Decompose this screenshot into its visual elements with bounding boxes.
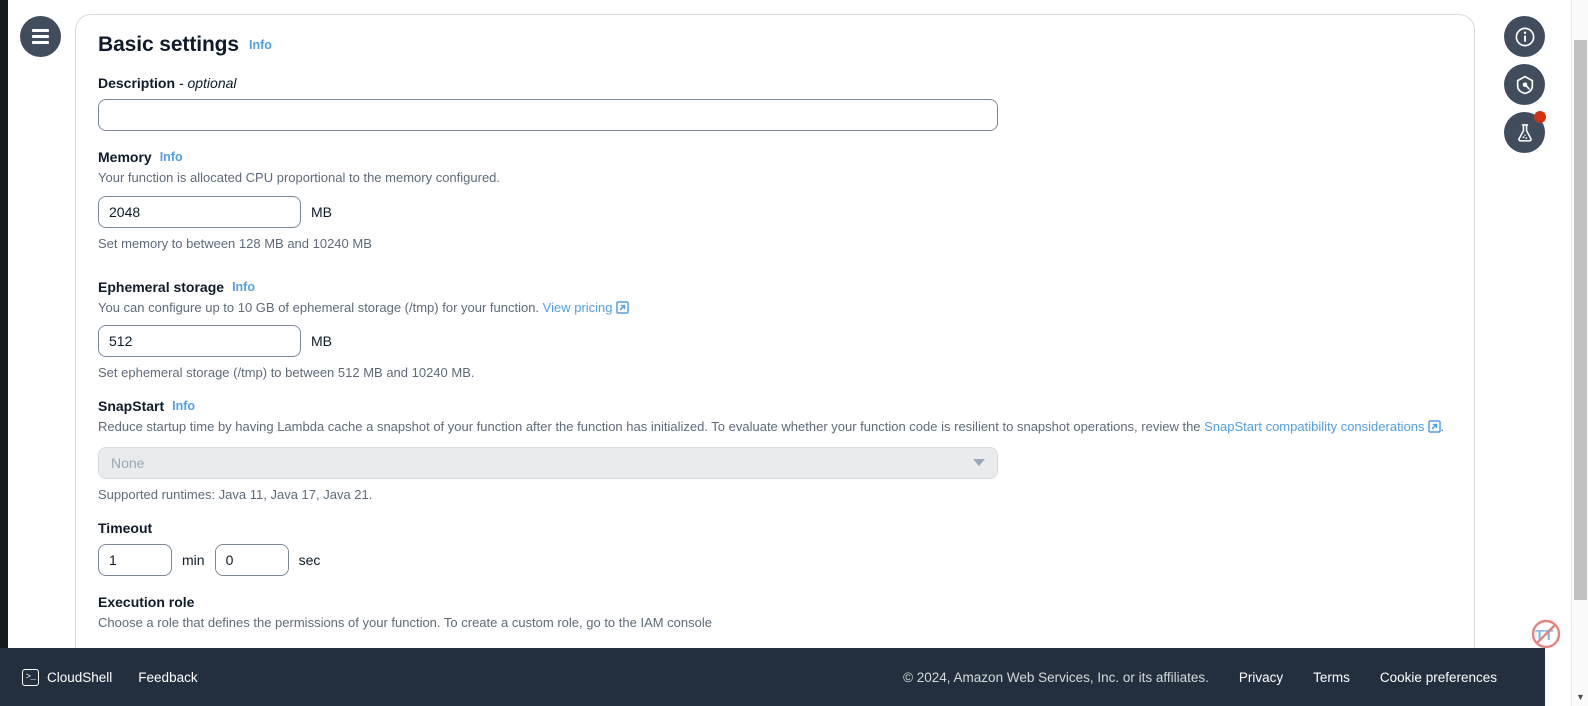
- flask-icon[interactable]: [1504, 111, 1546, 153]
- memory-unit: MB: [311, 203, 332, 220]
- memory-field-group: Memory Info Your function is allocated C…: [98, 149, 1452, 251]
- snapstart-label: SnapStart: [98, 398, 165, 414]
- hamburger-bars: [32, 29, 49, 44]
- terms-link[interactable]: Terms: [1313, 670, 1350, 685]
- memory-label: Memory: [98, 149, 152, 165]
- scrollbar-thumb[interactable]: [1574, 40, 1587, 600]
- scroll-down-arrow-icon[interactable]: ▼: [1572, 692, 1588, 702]
- execution-role-field-group: Execution role Choose a role that define…: [98, 594, 1452, 633]
- snapstart-description-text: Reduce startup time by having Lambda cac…: [98, 419, 1205, 434]
- description-label-text: Description: [98, 75, 176, 91]
- ephemeral-storage-input[interactable]: [98, 325, 301, 357]
- timeout-label: Timeout: [98, 519, 153, 536]
- timeout-seconds-unit: sec: [298, 551, 321, 568]
- execution-role-label: Execution role: [98, 593, 195, 610]
- ephemeral-storage-label: Ephemeral storage: [98, 278, 225, 295]
- page-footer: >_ CloudShell Feedback © 2024, Amazon We…: [0, 648, 1545, 706]
- privacy-link[interactable]: Privacy: [1239, 670, 1283, 685]
- execution-role-description: Choose a role that defines the permissio…: [98, 614, 712, 630]
- timeout-field-group: Timeout min sec: [98, 520, 1452, 576]
- snapstart-description-suffix: .: [1440, 419, 1445, 434]
- ephemeral-storage-field-group: Ephemeral storage Info You can configure…: [98, 278, 1452, 380]
- ephemeral-storage-description-text: You can configure up to 10 GB of ephemer…: [98, 299, 543, 315]
- external-link-icon: [615, 300, 629, 314]
- cloudshell-label: CloudShell: [47, 669, 113, 685]
- notification-badge: [1534, 111, 1546, 123]
- info-circle-icon[interactable]: [1504, 16, 1545, 57]
- section-heading-row: Basic settings Info: [98, 33, 1452, 57]
- memory-description: Your function is allocated CPU proportio…: [98, 170, 501, 185]
- cookie-preferences-link[interactable]: Cookie preferences: [1380, 670, 1497, 685]
- basic-settings-card: Basic settings Info Description - option…: [75, 14, 1475, 648]
- memory-helper-text: Set memory to between 128 MB and 10240 M…: [98, 235, 372, 251]
- hamburger-menu-icon[interactable]: [20, 16, 61, 57]
- ephemeral-storage-description: You can configure up to 10 GB of ephemer…: [98, 298, 1452, 318]
- snapstart-field-group: SnapStart Info Reduce startup time by ha…: [98, 398, 1452, 502]
- description-optional-suffix: - optional: [178, 75, 237, 91]
- ephemeral-storage-unit: MB: [311, 333, 332, 349]
- right-icon-rail: [1504, 16, 1546, 153]
- description-label: Description - optional: [98, 75, 1452, 91]
- page-scrollbar[interactable]: ▼: [1571, 0, 1588, 706]
- snapstart-compatibility-link[interactable]: SnapStart compatibility considerations: [1204, 419, 1424, 434]
- ephemeral-storage-helper-text: Set ephemeral storage (/tmp) to between …: [98, 365, 475, 380]
- timeout-minutes-unit: min: [182, 551, 205, 568]
- left-edge-strip: [0, 0, 8, 648]
- ephemeral-storage-info-link[interactable]: Info: [232, 280, 255, 294]
- page-title: Basic settings: [98, 33, 239, 56]
- copyright-text: © 2024, Amazon Web Services, Inc. or its…: [903, 669, 1209, 685]
- description-input[interactable]: [98, 99, 998, 131]
- feedback-link[interactable]: Feedback: [138, 670, 197, 685]
- terminal-icon: >_: [22, 668, 39, 686]
- chevron-down-icon: [973, 459, 985, 466]
- basic-settings-info-link[interactable]: Info: [249, 38, 272, 52]
- timeout-seconds-input[interactable]: [214, 543, 289, 576]
- memory-info-link[interactable]: Info: [160, 150, 183, 164]
- lambda-configuration-page: Basic settings Info Description - option…: [0, 0, 1588, 706]
- snapstart-info-link[interactable]: Info: [172, 399, 195, 413]
- snapstart-select[interactable]: None: [98, 446, 998, 479]
- cloudshell-button[interactable]: >_ CloudShell: [22, 668, 113, 686]
- snapstart-helper-text: Supported runtimes: Java 11, Java 17, Ja…: [98, 486, 373, 502]
- snapstart-selected-value: None: [111, 454, 145, 471]
- view-pricing-link[interactable]: View pricing: [543, 300, 613, 315]
- snapstart-description: Reduce startup time by having Lambda cac…: [98, 417, 1448, 437]
- timeout-minutes-input[interactable]: [98, 543, 172, 576]
- shield-icon[interactable]: [1504, 64, 1545, 105]
- external-link-icon: [1427, 420, 1441, 433]
- memory-input[interactable]: [98, 195, 301, 228]
- description-field-group: Description - optional: [98, 75, 1452, 131]
